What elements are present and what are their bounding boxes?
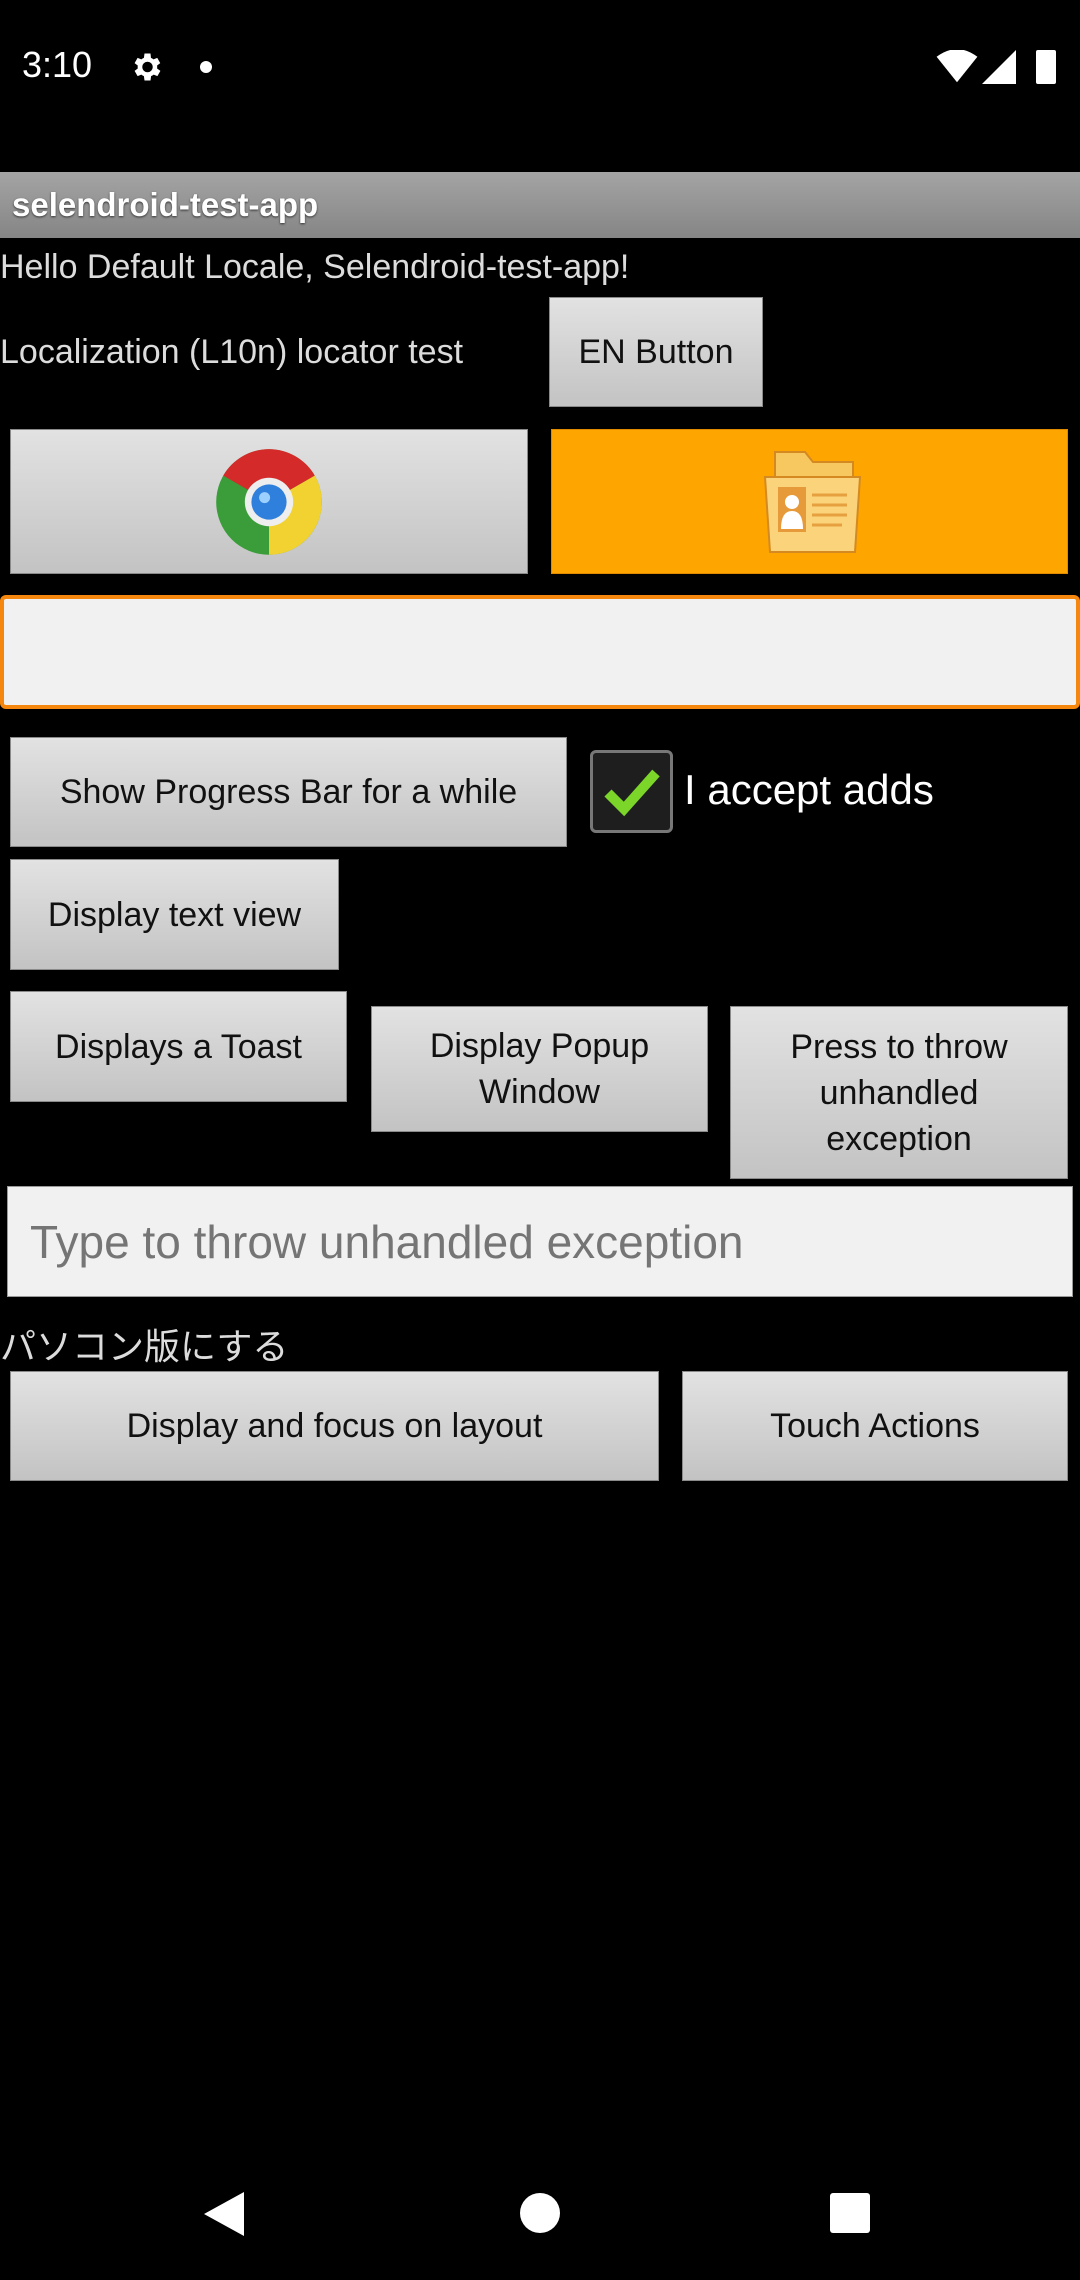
- navigation-bar: [0, 2140, 1080, 2280]
- checkmark-icon: [603, 769, 660, 816]
- show-progress-bar-button[interactable]: Show Progress Bar for a while: [10, 737, 567, 847]
- display-toast-button[interactable]: Displays a Toast: [10, 991, 347, 1102]
- chrome-icon: [216, 448, 322, 555]
- en-button[interactable]: EN Button: [549, 297, 763, 407]
- gear-icon: [134, 53, 161, 81]
- japanese-text: パソコン版にする: [0, 1326, 289, 1367]
- action-bar: selendroid-test-app: [0, 172, 1080, 238]
- notification-dot-icon: [200, 61, 212, 73]
- chrome-button[interactable]: [10, 429, 528, 574]
- exception-text-input[interactable]: [7, 1186, 1073, 1297]
- throw-exception-button[interactable]: Press to throw unhandled exception: [730, 1006, 1068, 1179]
- recent-apps-icon[interactable]: [830, 2193, 870, 2233]
- contact-folder-icon: [763, 450, 861, 553]
- touch-actions-button[interactable]: Touch Actions: [682, 1371, 1068, 1481]
- display-text-view-button[interactable]: Display text view: [10, 859, 339, 970]
- accept-adds-label: I accept adds: [684, 766, 934, 813]
- battery-icon: [1036, 50, 1056, 84]
- app-title: selendroid-test-app: [12, 186, 319, 223]
- status-time: 3:10: [22, 44, 93, 85]
- display-focus-layout-button[interactable]: Display and focus on layout: [10, 1371, 659, 1481]
- contacts-button[interactable]: [551, 429, 1068, 574]
- status-bar: 3:10: [0, 0, 1080, 170]
- display-popup-window-button[interactable]: Display Popup Window: [371, 1006, 708, 1132]
- hello-text: Hello Default Locale, Selendroid-test-ap…: [0, 248, 630, 286]
- home-icon[interactable]: [520, 2193, 560, 2233]
- l10n-label: Localization (L10n) locator test: [0, 333, 464, 371]
- wifi-icon: [936, 50, 978, 83]
- back-icon[interactable]: [204, 2192, 244, 2236]
- signal-icon: [982, 50, 1016, 84]
- top-text-input[interactable]: [0, 595, 1080, 709]
- accept-adds-checkbox[interactable]: [590, 750, 673, 833]
